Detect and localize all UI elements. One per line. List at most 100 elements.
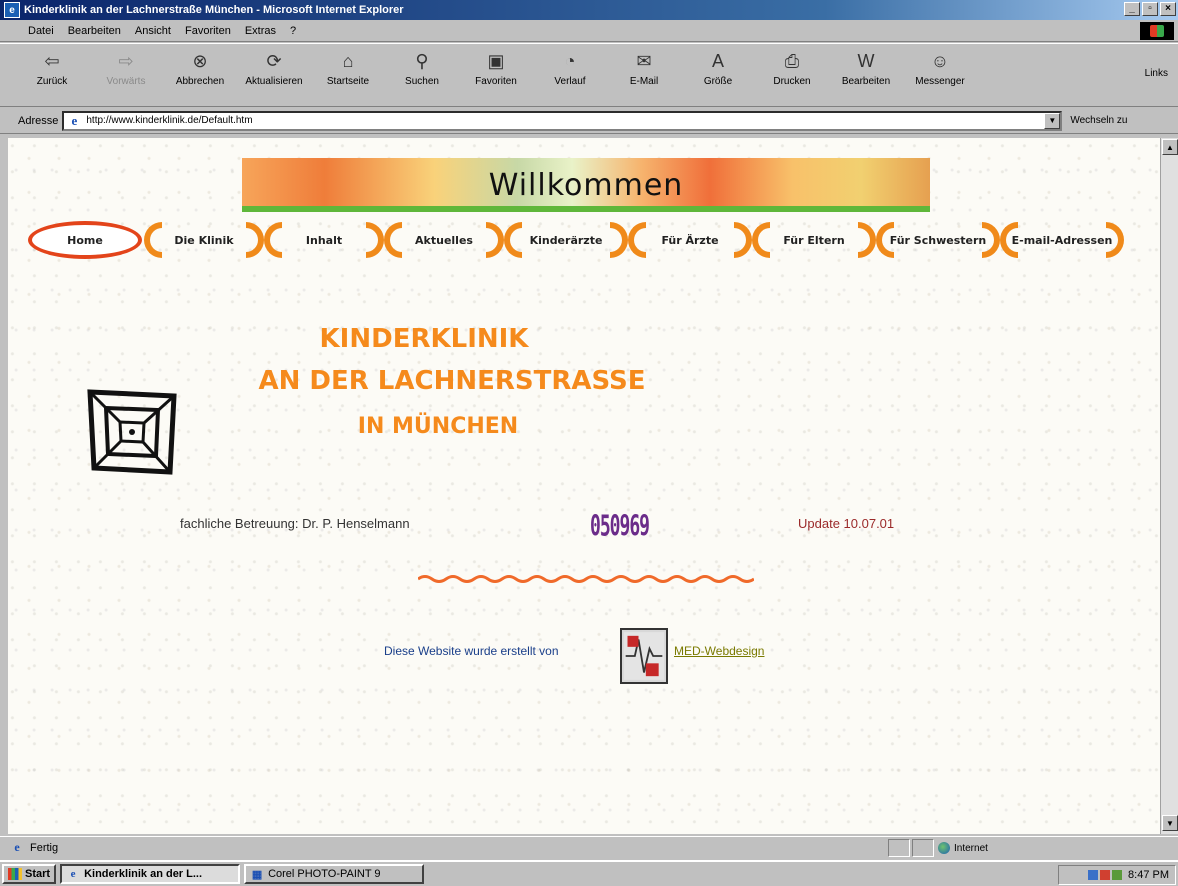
address-label: Adresse — [18, 114, 59, 127]
links-button[interactable]: Links — [1145, 68, 1168, 79]
stop-icon: ⊗ — [192, 50, 208, 71]
nav-aktuelles[interactable]: Aktuelles — [384, 220, 504, 260]
menu-favoriten[interactable]: Favoriten — [185, 25, 231, 37]
taskbar-item-label: Kinderklinik an der L... — [84, 868, 203, 880]
nav-fuer-eltern-label: Für Eltern — [783, 233, 845, 247]
stop-label: Abbrechen — [175, 76, 225, 87]
title-bar: e Kinderklinik an der Lachnerstraße Münc… — [0, 0, 1178, 20]
bracket-right — [610, 222, 628, 258]
nav-home[interactable]: Home — [26, 220, 144, 260]
menu-datei[interactable]: Datei — [28, 25, 54, 37]
nav-die-klinik[interactable]: Die Klinik — [144, 220, 264, 260]
nav-fuer-aerzte[interactable]: Für Ärzte — [628, 220, 752, 260]
status-panel — [912, 839, 934, 857]
home-button[interactable]: ⌂ Startseite — [314, 44, 382, 88]
search-label: Suchen — [405, 76, 439, 87]
taskbar-item-ie[interactable]: e Kinderklinik an der L... — [60, 864, 241, 884]
med-webdesign-link[interactable]: MED-Webdesign — [674, 644, 764, 658]
tray-volume-icon[interactable] — [1112, 870, 1123, 880]
nav-fuer-schwestern[interactable]: Für Schwestern — [876, 220, 1000, 260]
forward-button[interactable]: ⇨ Vorwärts — [92, 44, 160, 88]
start-button[interactable]: Start — [2, 864, 57, 884]
window-controls: _ ▫ × — [1124, 2, 1176, 16]
site-navigation: Home Die Klinik Inhalt Aktuelles Kinderä… — [26, 218, 1124, 262]
favorites-button[interactable]: ▣ Favoriten — [462, 44, 530, 88]
ie-icon: e — [4, 2, 20, 18]
edit-button[interactable]: W Bearbeiten — [832, 44, 900, 88]
home-label: Startseite — [326, 76, 370, 87]
menu-bearbeiten[interactable]: Bearbeiten — [68, 25, 121, 37]
refresh-button[interactable]: ⟳ Aktualisieren — [240, 44, 308, 88]
taskbar: Start e Kinderklinik an der L... ▦ Corel… — [0, 860, 1178, 886]
address-url: http://www.kinderklinik.de/Default.htm — [86, 115, 253, 126]
messenger-label: Messenger — [915, 76, 965, 87]
address-bar: Adresse e http://www.kinderklinik.de/Def… — [0, 108, 1178, 134]
minimize-button[interactable]: _ — [1124, 2, 1140, 16]
nav-fuer-eltern[interactable]: Für Eltern — [752, 220, 876, 260]
nav-kinderaerzte[interactable]: Kinderärzte — [504, 220, 628, 260]
address-dropdown-icon[interactable]: ▼ — [1044, 112, 1061, 129]
maximize-button[interactable]: ▫ — [1142, 2, 1158, 16]
corel-icon: ▦ — [251, 868, 263, 881]
refresh-icon: ⟳ — [266, 50, 282, 71]
bracket-right — [734, 222, 752, 258]
tray-security-icon[interactable] — [1100, 870, 1111, 880]
status-panel — [888, 839, 910, 857]
edit-label: Bearbeiten — [841, 76, 891, 87]
banner-green-bar — [242, 206, 930, 212]
menu-extras[interactable]: Extras — [245, 25, 276, 37]
nav-die-klinik-label: Die Klinik — [174, 233, 234, 247]
address-input[interactable]: e http://www.kinderklinik.de/Default.htm… — [62, 110, 1063, 131]
favorites-icon: ▣ — [487, 50, 505, 71]
font-size-button[interactable]: A Größe — [684, 44, 752, 88]
scroll-down-icon[interactable]: ▼ — [1162, 815, 1178, 831]
menu-ansicht[interactable]: Ansicht — [135, 25, 171, 37]
page-icon: e — [71, 112, 78, 128]
go-button[interactable]: Wechseln zu — [1070, 115, 1127, 126]
menu-help[interactable]: ? — [290, 25, 296, 37]
print-button[interactable]: ⎙ Drucken — [758, 44, 826, 88]
tray-network-icon[interactable] — [1088, 870, 1099, 880]
print-icon: ⎙ — [784, 50, 800, 71]
vertical-scrollbar[interactable]: ▲ ▼ — [1160, 138, 1178, 834]
wave-divider — [418, 575, 754, 583]
history-icon: ◔ — [564, 50, 576, 71]
bracket-left — [384, 222, 402, 258]
back-button[interactable]: ⇦ Zurück — [18, 44, 86, 88]
history-button[interactable]: ◔ Verlauf — [536, 44, 604, 88]
bracket-right — [486, 222, 504, 258]
nav-inhalt[interactable]: Inhalt — [264, 220, 384, 260]
favorites-label: Favoriten — [475, 76, 517, 87]
heading-muenchen: IN MÜNCHEN — [357, 414, 519, 439]
stop-button[interactable]: ⊗ Abbrechen — [166, 44, 234, 88]
clock: 8:47 PM — [1128, 869, 1169, 881]
bracket-right — [1106, 222, 1124, 258]
forward-label: Vorwärts — [106, 76, 146, 87]
search-button[interactable]: ⚲ Suchen — [388, 44, 456, 88]
clinic-logo-icon — [87, 389, 177, 475]
messenger-button[interactable]: ☺ Messenger — [906, 44, 974, 88]
system-tray: 8:47 PM — [1058, 865, 1176, 885]
forward-arrow-icon: ⇨ — [118, 50, 134, 71]
mail-button[interactable]: ✉ E-Mail — [610, 44, 678, 88]
welcome-banner: Willkommen — [242, 158, 930, 212]
history-label: Verlauf — [554, 76, 586, 87]
page-viewport: Willkommen Home Die Klinik Inhalt Aktuel… — [8, 138, 1160, 834]
bracket-left — [876, 222, 894, 258]
nav-email-adressen[interactable]: E-mail-Adressen — [1000, 220, 1124, 260]
back-label: Zurück — [36, 76, 68, 87]
nav-email-adressen-label: E-mail-Adressen — [1011, 233, 1113, 247]
status-text: Fertig — [30, 841, 59, 854]
nav-inhalt-label: Inhalt — [305, 233, 343, 247]
close-button[interactable]: × — [1160, 2, 1176, 16]
bracket-right — [246, 222, 264, 258]
nav-fuer-aerzte-label: Für Ärzte — [661, 233, 719, 247]
tray-icons — [1088, 870, 1123, 880]
scroll-up-icon[interactable]: ▲ — [1162, 139, 1178, 155]
bracket-left — [628, 222, 646, 258]
mail-label: E-Mail — [629, 76, 659, 87]
window-title: Kinderklinik an der Lachnerstraße Münche… — [24, 4, 404, 16]
page-done-icon: e — [14, 840, 20, 854]
th-webdesign-logo-icon[interactable] — [620, 628, 668, 684]
taskbar-item-corel[interactable]: ▦ Corel PHOTO-PAINT 9 — [244, 864, 425, 884]
